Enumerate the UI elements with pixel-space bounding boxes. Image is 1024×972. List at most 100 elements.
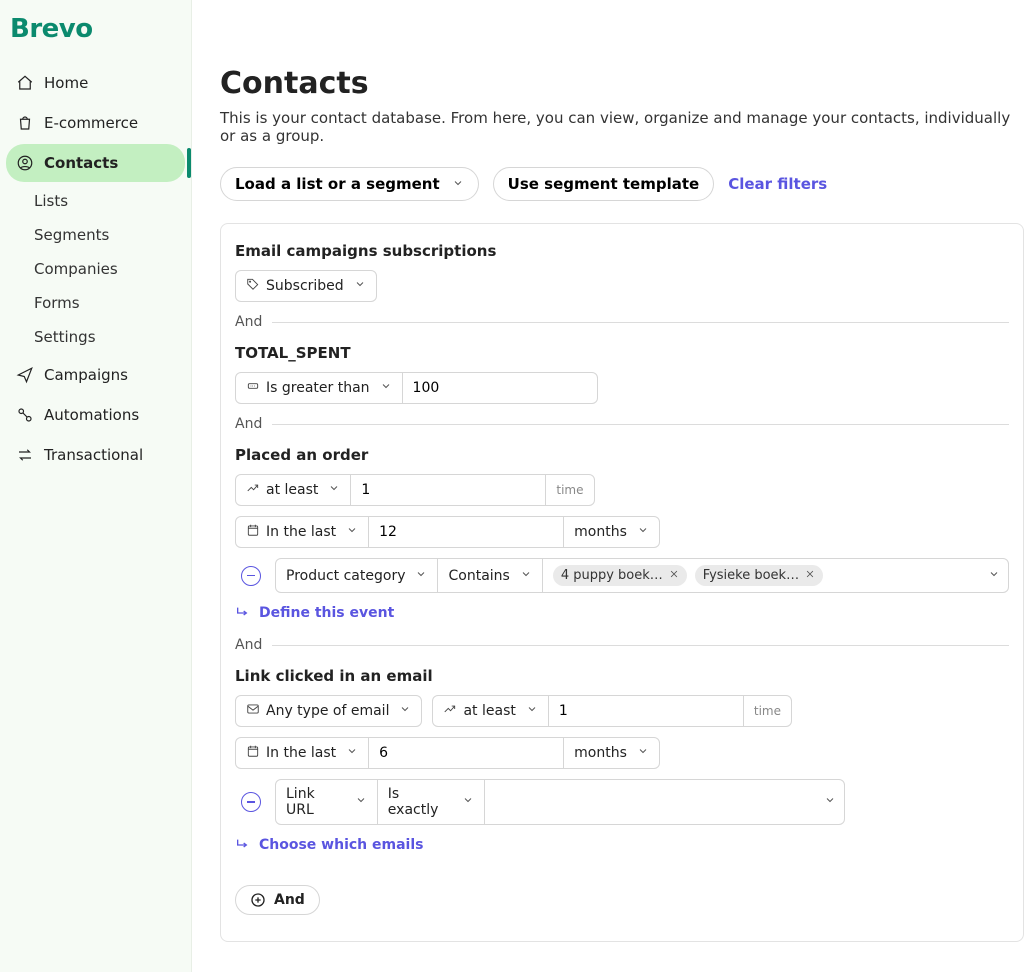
range-unit-select[interactable]: months: [563, 738, 659, 768]
brand-logo: Brevo: [0, 10, 191, 62]
total-spent-condition: Is greater than: [235, 372, 598, 404]
nav-contacts-lists[interactable]: Lists: [0, 184, 191, 218]
calendar-icon: [246, 744, 260, 762]
chevron-down-icon: [380, 380, 392, 396]
nav-label: Automations: [44, 406, 139, 424]
main-content: Contacts This is your contact database. …: [192, 0, 1024, 972]
filter-chip: Fysieke boek…: [695, 565, 823, 586]
operator-select[interactable]: Is greater than: [236, 373, 402, 403]
sub-condition: Product category Contains 4 puppy boek…: [275, 558, 1009, 593]
filter-block-link-clicked: Link clicked in an email Any type of ema…: [235, 667, 1009, 857]
nav-label: E-commerce: [44, 114, 138, 132]
nav-campaigns[interactable]: Campaigns: [6, 356, 185, 394]
user-circle-icon: [16, 154, 34, 172]
qty-input-wrap: [350, 475, 545, 505]
trend-icon: [443, 702, 457, 720]
range-value-input[interactable]: [379, 524, 553, 540]
and-separator: And: [235, 416, 1009, 432]
url-input[interactable]: [484, 780, 844, 824]
range-value-input[interactable]: [379, 745, 553, 761]
define-event-link[interactable]: Define this event: [235, 605, 394, 621]
chevron-down-icon: [824, 794, 836, 810]
range-unit-select[interactable]: months: [563, 517, 659, 547]
nav-contacts-forms[interactable]: Forms: [0, 286, 191, 320]
select-value: at least: [463, 703, 515, 719]
button-label: Load a list or a segment: [235, 175, 440, 193]
load-list-button[interactable]: Load a list or a segment: [220, 167, 479, 201]
remove-condition-icon[interactable]: [241, 566, 261, 586]
value-input[interactable]: [413, 380, 587, 396]
remove-chip-icon[interactable]: [669, 568, 679, 583]
automation-icon: [16, 406, 34, 424]
nav-label: Transactional: [44, 446, 143, 464]
chevron-down-icon: [526, 703, 538, 719]
sub-operator-select[interactable]: Contains: [437, 559, 541, 592]
send-icon: [16, 366, 34, 384]
chevron-down-icon: [415, 568, 427, 584]
nav-contacts-settings[interactable]: Settings: [0, 320, 191, 354]
trend-icon: [246, 481, 260, 499]
range-operator-select[interactable]: In the last: [236, 517, 368, 547]
sidebar: Brevo Home E-commerce Contacts Lists Seg…: [0, 0, 192, 972]
select-value: months: [574, 524, 627, 540]
sub-arrow-icon: [235, 837, 251, 853]
filter-chip: 4 puppy boek…: [553, 565, 687, 586]
sub-operator-select[interactable]: Is exactly: [377, 780, 484, 824]
nav-home[interactable]: Home: [6, 64, 185, 102]
use-template-button[interactable]: Use segment template: [493, 167, 715, 201]
home-icon: [16, 74, 34, 92]
filter-title: Email campaigns subscriptions: [235, 242, 1009, 260]
nav-automations[interactable]: Automations: [6, 396, 185, 434]
chevron-down-icon: [346, 524, 358, 540]
chevron-down-icon: [346, 745, 358, 761]
chips-input[interactable]: 4 puppy boek… Fysieke boek…: [542, 559, 1008, 592]
calendar-icon: [246, 523, 260, 541]
separator-line: [272, 424, 1009, 425]
filter-title: Placed an order: [235, 446, 1009, 464]
filter-panel: Email campaigns subscriptions Subscribed…: [220, 223, 1024, 942]
qty-unit: time: [743, 696, 791, 726]
nav-transactional[interactable]: Transactional: [6, 436, 185, 474]
chevron-down-icon: [355, 794, 367, 810]
link-label: Define this event: [259, 605, 394, 621]
plus-circle-icon: [250, 892, 266, 908]
sub-condition: Link URL Is exactly: [275, 779, 845, 825]
number-icon: [246, 379, 260, 397]
nav-contacts-segments[interactable]: Segments: [0, 218, 191, 252]
filter-block-email-subscription: Email campaigns subscriptions Subscribed: [235, 242, 1009, 302]
sub-field-select[interactable]: Product category: [276, 559, 437, 592]
nav-ecommerce[interactable]: E-commerce: [6, 104, 185, 142]
chevron-down-icon: [520, 568, 532, 584]
qty-input[interactable]: [361, 482, 535, 498]
chevron-down-icon: [354, 278, 366, 294]
and-separator: And: [235, 637, 1009, 653]
email-type-select[interactable]: Any type of email: [235, 695, 422, 727]
sub-field-select[interactable]: Link URL: [276, 780, 377, 824]
range-operator-select[interactable]: In the last: [236, 738, 368, 768]
chevron-down-icon: [452, 175, 464, 193]
tag-icon: [246, 277, 260, 295]
qty-operator-select[interactable]: at least: [433, 696, 547, 726]
chevron-down-icon: [988, 568, 1000, 584]
qty-input[interactable]: [559, 703, 733, 719]
chevron-down-icon: [637, 745, 649, 761]
range-condition: In the last months: [235, 516, 660, 548]
and-label: And: [235, 416, 262, 432]
select-value: at least: [266, 482, 318, 498]
range-value-wrap: [368, 517, 563, 547]
add-and-button[interactable]: And: [235, 885, 320, 915]
nav-contacts-companies[interactable]: Companies: [0, 252, 191, 286]
separator-line: [272, 645, 1009, 646]
nav-contacts[interactable]: Contacts: [6, 144, 185, 182]
remove-chip-icon[interactable]: [805, 568, 815, 583]
clear-filters-link[interactable]: Clear filters: [728, 175, 827, 193]
qty-operator-select[interactable]: at least: [236, 475, 350, 505]
choose-emails-link[interactable]: Choose which emails: [235, 837, 423, 853]
remove-condition-icon[interactable]: [241, 792, 261, 812]
filter-title: TOTAL_SPENT: [235, 344, 1009, 362]
page-title: Contacts: [220, 66, 1024, 101]
and-label: And: [235, 314, 262, 330]
subscription-select[interactable]: Subscribed: [235, 270, 377, 302]
toolbar: Load a list or a segment Use segment tem…: [220, 167, 1024, 201]
select-value: Link URL: [286, 786, 345, 818]
